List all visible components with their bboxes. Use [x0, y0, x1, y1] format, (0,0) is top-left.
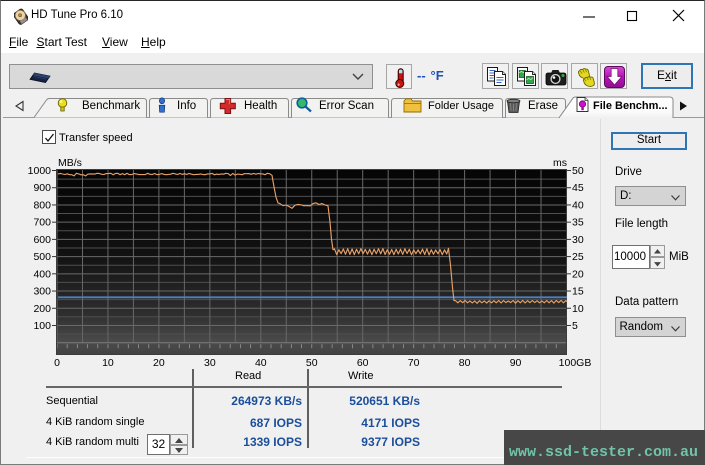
svg-text:Health: Health: [244, 100, 277, 112]
svg-text:600: 600: [33, 234, 51, 246]
svg-text:70: 70: [408, 357, 420, 369]
svg-text:10: 10: [102, 357, 114, 369]
svg-text:40: 40: [572, 199, 584, 211]
svg-text:80: 80: [459, 357, 471, 369]
svg-text:50: 50: [306, 357, 318, 369]
svg-text:45: 45: [572, 182, 584, 194]
svg-text:800: 800: [33, 199, 51, 211]
svg-text:File Benchm...: File Benchm...: [593, 100, 668, 112]
svg-text:100: 100: [33, 320, 51, 332]
svg-text:20: 20: [153, 357, 165, 369]
svg-text:0: 0: [54, 357, 60, 369]
svg-text:5: 5: [572, 320, 578, 332]
svg-text:25: 25: [572, 251, 584, 263]
svg-text:Erase: Erase: [528, 100, 558, 112]
svg-text:30: 30: [204, 357, 216, 369]
svg-text:300: 300: [33, 286, 51, 298]
svg-text:15: 15: [572, 286, 584, 298]
svg-text:20: 20: [572, 268, 584, 280]
svg-text:Folder Usage: Folder Usage: [428, 100, 494, 112]
svg-text:MB/s: MB/s: [58, 157, 82, 169]
svg-text:400: 400: [33, 268, 51, 280]
svg-text:500: 500: [33, 251, 51, 263]
svg-text:1000: 1000: [28, 165, 52, 177]
svg-text:30: 30: [572, 234, 584, 246]
svg-text:200: 200: [33, 303, 51, 315]
svg-text:Info: Info: [177, 100, 196, 112]
svg-text:900: 900: [33, 182, 51, 194]
svg-text:50: 50: [572, 165, 584, 177]
svg-text:ms: ms: [553, 157, 567, 169]
svg-text:60: 60: [357, 357, 369, 369]
svg-text:40: 40: [255, 357, 267, 369]
svg-text:100GB: 100GB: [559, 357, 592, 369]
svg-text:35: 35: [572, 217, 584, 229]
svg-text:Error Scan: Error Scan: [319, 100, 374, 112]
svg-text:10: 10: [572, 303, 584, 315]
svg-text:700: 700: [33, 217, 51, 229]
svg-text:Benchmark: Benchmark: [82, 100, 140, 112]
svg-text:90: 90: [510, 357, 522, 369]
